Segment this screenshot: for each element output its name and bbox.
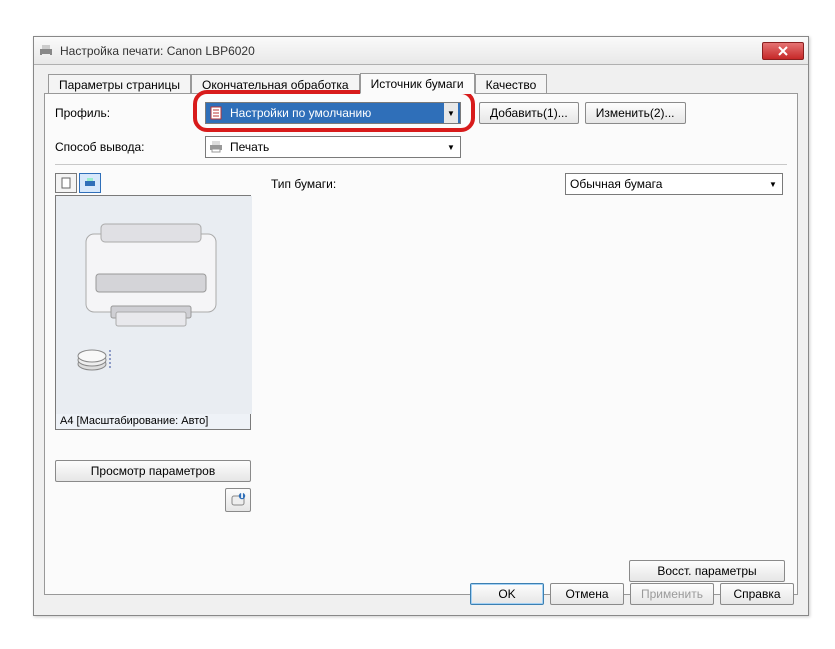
output-row: Способ вывода: Печать ▼ [55,136,787,158]
paper-type-dropdown[interactable]: Обычная бумага ▼ [565,173,783,195]
help-button[interactable]: Справка [720,583,794,605]
view-printer-toggle[interactable] [79,173,101,193]
window-title: Настройка печати: Canon LBP6020 [60,44,762,58]
chevron-down-icon: ▼ [444,143,458,152]
ok-button[interactable]: OK [470,583,544,605]
edit-profile-button[interactable]: Изменить(2)... [585,102,686,124]
output-value: Печать [228,140,444,154]
titlebar: Настройка печати: Canon LBP6020 [34,37,808,65]
add-profile-button[interactable]: Добавить(1)... [479,102,579,124]
output-dropdown[interactable]: Печать ▼ [205,136,461,158]
paper-type-value: Обычная бумага [568,177,766,191]
tabstrip: Параметры страницы Окончательная обработ… [48,71,798,93]
cancel-button[interactable]: Отмена [550,583,624,605]
profile-row: Профиль: Настройки по умолчанию ▼ Добави… [55,102,787,124]
profile-icon [208,105,224,121]
view-page-toggle[interactable] [55,173,77,193]
paper-type-label: Тип бумаги: [271,177,565,191]
output-label: Способ вывода: [55,140,205,154]
tab-quality[interactable]: Качество [475,74,548,94]
tab-finishing[interactable]: Окончательная обработка [191,74,360,94]
print-settings-window: Настройка печати: Canon LBP6020 Параметр… [33,36,809,616]
profile-value: Настройки по умолчанию [228,106,444,120]
divider [55,164,787,165]
right-column: Тип бумаги: Обычная бумага ▼ Восст. пара… [253,173,787,512]
dialog-footer: OK Отмена Применить Справка [470,583,794,605]
apply-button[interactable]: Применить [630,583,714,605]
view-params-button[interactable]: Просмотр параметров [55,460,251,482]
body-columns: A4 [Масштабирование: Авто] Просмотр пара… [55,173,787,512]
chevron-down-icon: ▼ [444,103,458,123]
restore-defaults-button[interactable]: Восст. параметры [629,560,785,582]
printer-icon [38,43,54,59]
view-toggle-group [55,173,253,193]
tabpage: Профиль: Настройки по умолчанию ▼ Добави… [44,93,798,595]
profile-dropdown[interactable]: Настройки по умолчанию ▼ [205,102,461,124]
profile-label: Профиль: [55,106,205,120]
print-icon [208,139,224,155]
close-button[interactable] [762,42,804,60]
tab-page-params[interactable]: Параметры страницы [48,74,191,94]
left-column: A4 [Масштабирование: Авто] Просмотр пара… [55,173,253,512]
chevron-down-icon: ▼ [766,180,780,189]
svg-text:i: i [240,492,243,501]
info-button[interactable]: i [225,488,251,512]
content-area: Параметры страницы Окончательная обработ… [34,65,808,605]
printer-image [56,196,252,414]
preview-caption: A4 [Масштабирование: Авто] [55,413,251,430]
preview-pane [55,195,251,413]
paper-type-row: Тип бумаги: Обычная бумага ▼ [271,173,787,195]
tab-paper-source[interactable]: Источник бумаги [360,73,475,94]
